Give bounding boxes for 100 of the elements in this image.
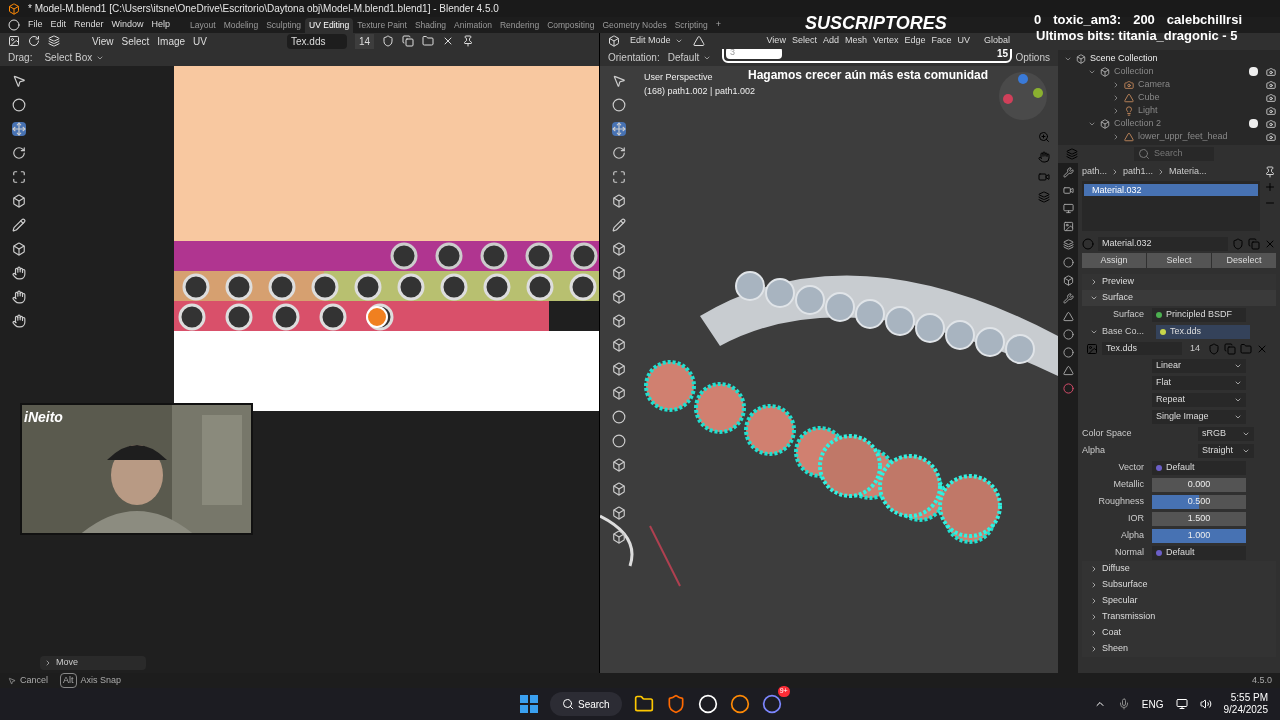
properties-tab-icon[interactable]: [1062, 293, 1074, 304]
select-tool-icon[interactable]: [612, 74, 626, 88]
property-dropdown[interactable]: Linear: [1152, 358, 1246, 373]
expand-icon[interactable]: [1112, 132, 1120, 141]
render-icon[interactable]: [1266, 92, 1276, 103]
image-name-field[interactable]: Tex.dds: [1102, 341, 1182, 356]
number-field[interactable]: 1.500: [1152, 511, 1246, 526]
property-dropdown[interactable]: Repeat: [1152, 392, 1246, 407]
scale-tool-icon[interactable]: [11, 170, 26, 184]
properties-tab-icon[interactable]: [1062, 275, 1074, 286]
annotate-tool-icon[interactable]: [11, 218, 26, 232]
socket-field[interactable]: Default: [1152, 545, 1246, 560]
select-tool-icon[interactable]: [11, 74, 26, 88]
value-slider[interactable]: 0.500: [1152, 494, 1246, 509]
properties-tab-icon[interactable]: [1062, 311, 1074, 322]
menu-item[interactable]: View: [92, 33, 114, 49]
folder-icon[interactable]: [422, 35, 435, 47]
menu-item[interactable]: Add: [822, 34, 839, 48]
properties-tab-icon[interactable]: [1062, 347, 1074, 358]
add-cube-icon[interactable]: [612, 242, 626, 256]
hand-tool-icon[interactable]: [11, 266, 26, 280]
properties-tab-icon[interactable]: [1062, 257, 1074, 268]
menu-item[interactable]: View: [766, 34, 786, 48]
properties-tab-icon[interactable]: [1062, 239, 1074, 250]
render-icon[interactable]: [1266, 105, 1276, 116]
outliner-item[interactable]: Collection 2: [1114, 116, 1162, 131]
checkbox[interactable]: [1249, 119, 1258, 128]
options-dropdown[interactable]: Options: [1015, 50, 1050, 65]
outliner-item[interactable]: Light: [1138, 103, 1158, 118]
outliner-item[interactable]: Cube: [1138, 90, 1160, 105]
property-dropdown[interactable]: Flat: [1152, 375, 1246, 390]
workspace-tab[interactable]: Compositing: [543, 17, 599, 33]
workspace-tab[interactable]: Texture Paint: [353, 17, 411, 33]
property-dropdown[interactable]: Single Image: [1152, 409, 1246, 424]
property-dropdown[interactable]: sRGB: [1198, 426, 1254, 441]
workspace-tab[interactable]: UV Editing: [305, 17, 354, 33]
menu-item[interactable]: Window: [107, 18, 148, 32]
rotate-tool-icon[interactable]: [612, 146, 626, 160]
menu-item[interactable]: Render: [70, 18, 108, 32]
workspace-tab[interactable]: Sculpting: [262, 17, 306, 33]
workspace-tab[interactable]: Geometry Nodes: [598, 17, 671, 33]
pin-icon[interactable]: [462, 35, 475, 47]
socket-field[interactable]: Principled BSDF: [1152, 307, 1246, 322]
properties-tab-icon[interactable]: [1062, 203, 1074, 214]
socket-field[interactable]: Tex.dds: [1156, 324, 1250, 339]
move-tool-icon[interactable]: [612, 122, 626, 136]
menu-item[interactable]: Image: [157, 33, 186, 49]
menu-item[interactable]: Face: [931, 34, 952, 48]
image-name-field[interactable]: Tex.dds: [287, 33, 347, 49]
drag-dropdown[interactable]: Select Box: [40, 50, 109, 65]
pin-icon[interactable]: [1264, 166, 1276, 178]
workspace-tab[interactable]: Layout: [186, 17, 220, 33]
scale-tool-icon[interactable]: [612, 170, 626, 184]
render-icon[interactable]: [1266, 131, 1276, 142]
microphone-icon[interactable]: [1117, 698, 1130, 710]
menu-item[interactable]: Vertex: [872, 34, 899, 48]
vertex-mode-icon[interactable]: [692, 35, 705, 47]
last-operator-panel[interactable]: Move: [40, 656, 146, 670]
move-tool-icon[interactable]: [11, 122, 26, 136]
menu-item[interactable]: Edge: [904, 34, 926, 48]
menu-item[interactable]: Select: [791, 34, 817, 48]
panel-header[interactable]: Surface: [1082, 290, 1276, 306]
navigation-gizmo[interactable]: [998, 71, 1048, 121]
start-icon[interactable]: [520, 695, 538, 713]
add-workspace-button[interactable]: +: [711, 18, 725, 32]
outliner-item[interactable]: lower_uppr_feet_head: [1138, 129, 1228, 144]
menu-item[interactable]: UV: [193, 33, 207, 49]
duplicate-icon[interactable]: [402, 35, 415, 47]
properties-tab-icon[interactable]: [1062, 329, 1074, 340]
properties-tab-icon[interactable]: [1062, 185, 1074, 196]
folder-icon[interactable]: [633, 694, 654, 714]
outliner-item[interactable]: Collection: [1114, 64, 1154, 79]
menu-item[interactable]: UV: [957, 34, 970, 48]
menu-item[interactable]: Select: [121, 33, 150, 49]
assign-button[interactable]: Select: [1147, 253, 1211, 268]
relax-tool-icon[interactable]: [11, 314, 26, 328]
pinch-tool-icon[interactable]: [11, 290, 26, 304]
menu-item[interactable]: Mesh: [844, 34, 867, 48]
outliner-item[interactable]: Scene Collection: [1090, 51, 1158, 66]
render-icon[interactable]: [1266, 118, 1276, 129]
workspace-tab[interactable]: Scripting: [670, 17, 712, 33]
properties-tab-icon[interactable]: [1062, 383, 1074, 394]
workspace-tab[interactable]: Rendering: [495, 17, 544, 33]
render-icon[interactable]: [1266, 79, 1276, 90]
workspace-tab[interactable]: Animation: [450, 17, 496, 33]
number-field[interactable]: 0.000: [1152, 477, 1246, 492]
properties-tab-icon[interactable]: [1062, 167, 1074, 178]
checkbox[interactable]: [1249, 67, 1258, 76]
material-name-field[interactable]: Material.032: [1098, 237, 1228, 251]
properties-tab-icon[interactable]: [1062, 365, 1074, 376]
socket-field[interactable]: Default: [1152, 460, 1246, 475]
outliner-item[interactable]: Camera: [1138, 77, 1170, 92]
properties-tab-icon[interactable]: [1062, 221, 1074, 232]
rotate-tool-icon[interactable]: [11, 146, 26, 160]
sync-icon[interactable]: [28, 35, 40, 47]
annotate-tool-icon[interactable]: [612, 218, 626, 232]
menu-item[interactable]: Help: [147, 18, 175, 32]
workspace-tab[interactable]: Shading: [410, 17, 451, 33]
network-icon[interactable]: [1175, 698, 1188, 710]
property-dropdown[interactable]: Straight: [1198, 443, 1254, 458]
